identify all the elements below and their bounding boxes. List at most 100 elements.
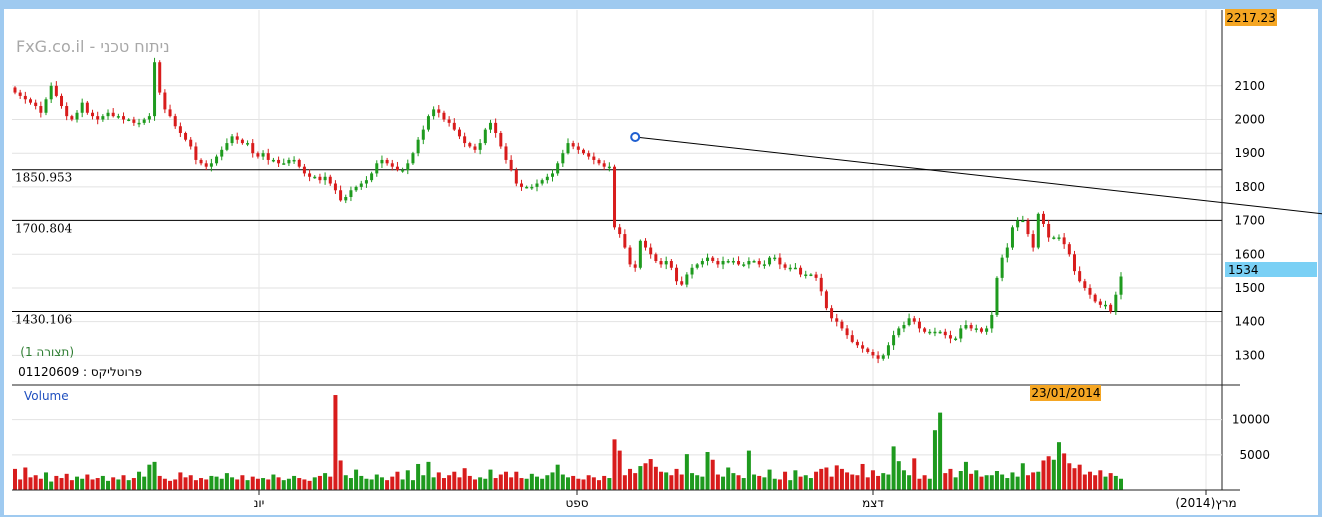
volume-bar bbox=[116, 479, 121, 490]
candle-body bbox=[726, 261, 730, 263]
candle-body bbox=[75, 112, 79, 120]
volume-bar bbox=[927, 478, 932, 490]
candle-body bbox=[830, 308, 834, 319]
candle-body bbox=[292, 159, 296, 162]
pattern-label: (תצורה 1) bbox=[20, 345, 74, 359]
volume-bar bbox=[638, 466, 643, 490]
volume-bar bbox=[741, 478, 746, 490]
date-badge-text: 23/01/2014 bbox=[1031, 386, 1100, 400]
candle-body bbox=[354, 186, 358, 191]
volume-bar bbox=[312, 477, 317, 490]
volume-bar bbox=[989, 475, 994, 490]
candle-body bbox=[1078, 271, 1082, 282]
candle-body bbox=[907, 318, 911, 326]
candle-body bbox=[1093, 294, 1097, 302]
volume-bar bbox=[1005, 478, 1010, 490]
horizontal-level-label: 1850.953 bbox=[15, 171, 72, 185]
trendline-handle[interactable] bbox=[630, 132, 641, 143]
last-price-badge: 1534 bbox=[1225, 262, 1317, 277]
volume-bar bbox=[659, 471, 664, 490]
candle-body bbox=[1000, 257, 1004, 278]
candle-body bbox=[742, 264, 746, 266]
candle-body bbox=[147, 116, 151, 120]
candle-body bbox=[209, 163, 213, 167]
volume-bar bbox=[969, 473, 974, 490]
candle-body bbox=[478, 143, 482, 150]
candle-body bbox=[142, 119, 146, 123]
volume-tick-label: 10000 bbox=[1232, 413, 1270, 427]
candle-body bbox=[633, 264, 637, 268]
candle-body bbox=[1109, 304, 1113, 312]
candle-body bbox=[194, 146, 198, 160]
volume-bar bbox=[307, 480, 312, 490]
volume-bar bbox=[612, 439, 617, 490]
candle-body bbox=[514, 170, 518, 184]
support-resistance-lines: 1850.953 1700.804 1430.106 bbox=[12, 169, 1222, 327]
volume-bar bbox=[173, 479, 178, 490]
candle-body bbox=[669, 261, 673, 268]
volume-bar bbox=[653, 466, 658, 490]
volume-bar bbox=[478, 477, 483, 490]
candle-body bbox=[866, 348, 870, 352]
time-axis: יונ ספט דצמ מרץ(2014) bbox=[12, 489, 1240, 510]
candle-body bbox=[1047, 223, 1051, 238]
chart-canvas[interactable]: 1850.953 1700.804 1430.106 1300 1400 1500 160… bbox=[0, 0, 1322, 517]
volume-bar bbox=[757, 475, 762, 490]
candle-body bbox=[535, 183, 539, 187]
candle-body bbox=[886, 345, 890, 356]
volume-bar bbox=[317, 475, 322, 490]
volume-bar bbox=[168, 480, 173, 490]
volume-bar bbox=[1072, 468, 1077, 490]
candle-body bbox=[592, 156, 596, 160]
volume-bar bbox=[684, 454, 689, 490]
volume-bar bbox=[896, 461, 901, 490]
volume-bar bbox=[932, 430, 937, 490]
candle-body bbox=[282, 163, 286, 165]
candle-body bbox=[855, 341, 859, 346]
candle-body bbox=[711, 257, 715, 262]
volume-bar bbox=[379, 477, 384, 490]
candle-body bbox=[587, 153, 591, 157]
volume-bar bbox=[705, 452, 710, 490]
volume-bar bbox=[793, 470, 798, 490]
volume-bar bbox=[958, 471, 963, 490]
candle-body bbox=[752, 261, 756, 263]
candle-body bbox=[540, 180, 544, 184]
volume-bar bbox=[870, 470, 875, 490]
candle-body bbox=[649, 247, 653, 255]
volume-bar bbox=[829, 476, 834, 490]
volume-bar bbox=[798, 476, 803, 490]
candle-body bbox=[220, 149, 224, 157]
candle-body bbox=[1119, 276, 1123, 295]
volume-bar bbox=[715, 474, 720, 490]
volume-bar bbox=[472, 479, 477, 490]
trendline-line bbox=[635, 136, 1322, 215]
candle-body bbox=[168, 109, 172, 117]
volume-bar bbox=[276, 477, 281, 490]
volume-bar bbox=[441, 478, 446, 490]
candle-body bbox=[525, 186, 529, 189]
volume-bar bbox=[503, 471, 508, 490]
volume-bar bbox=[126, 480, 131, 490]
candle-body bbox=[550, 173, 554, 177]
candle-body bbox=[974, 328, 978, 330]
candle-body bbox=[876, 355, 880, 359]
volume-bar bbox=[286, 478, 291, 490]
volume-bar bbox=[1082, 474, 1087, 490]
candle-body bbox=[561, 153, 565, 164]
volume-bar bbox=[736, 475, 741, 490]
volume-bar bbox=[571, 475, 576, 490]
volume-bar bbox=[18, 479, 23, 490]
trendline[interactable] bbox=[630, 132, 1322, 233]
volume-bar bbox=[834, 465, 839, 490]
volume-bar bbox=[219, 478, 224, 490]
candle-body bbox=[488, 122, 492, 130]
candle-body bbox=[122, 116, 126, 120]
volume-bar bbox=[524, 478, 529, 490]
candle-body bbox=[204, 163, 208, 167]
volume-bar bbox=[354, 469, 359, 490]
volume-bar bbox=[436, 472, 441, 490]
volume-bar bbox=[597, 480, 602, 490]
volume-bar bbox=[1025, 475, 1030, 490]
volume-bar bbox=[199, 478, 204, 490]
